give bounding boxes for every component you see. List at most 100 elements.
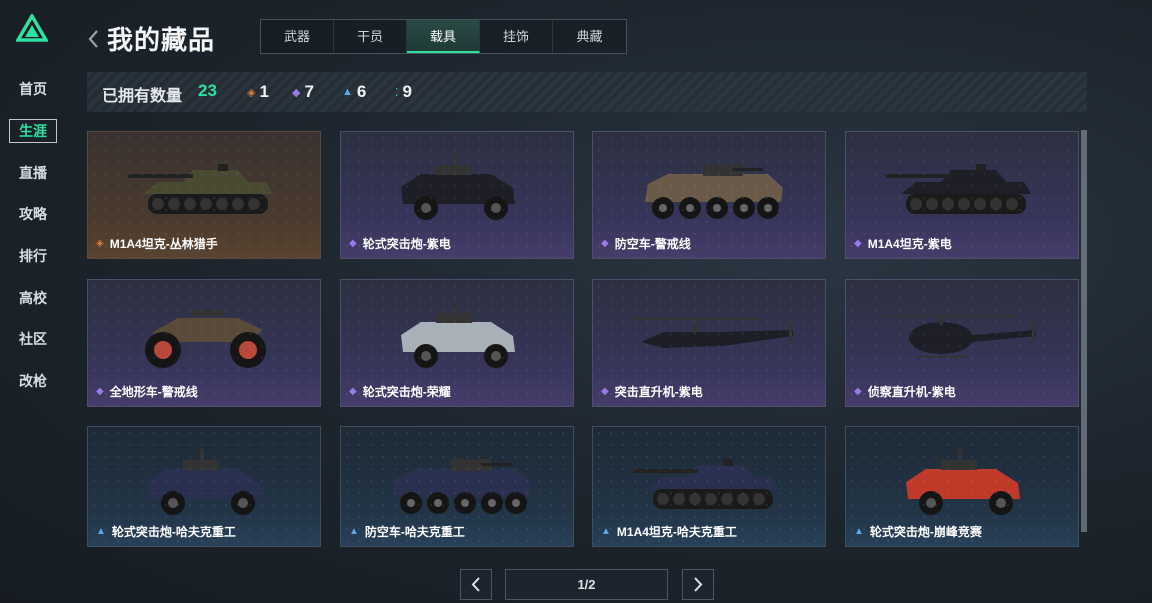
chevron-right-icon (694, 577, 703, 592)
vehicle-card-label: ▲ 防空车-哈夫克重工 (349, 523, 465, 540)
purple-rarity-icon: ◆ (349, 238, 357, 249)
sidebar-item-guides[interactable]: 攻略 (0, 199, 66, 229)
vehicle-card-label: ▲ 轮式突击炮-崩峰竞赛 (854, 523, 982, 540)
apc-illustration (393, 459, 531, 514)
app-logo-icon[interactable] (16, 14, 48, 42)
vehicle-card-label: ◆ 侦察直升机-紫电 (854, 383, 956, 400)
vehicle-card[interactable]: ◆ 侦察直升机-紫电 (845, 279, 1079, 407)
rarity-count-value: 6 (356, 82, 367, 101)
vehicle-card[interactable]: ▲ 轮式突击炮-崩峰竞赛 (845, 426, 1079, 547)
sidebar-item-community[interactable]: 社区 (0, 324, 66, 354)
armored-car-illustration (906, 449, 1020, 515)
vehicle-card[interactable]: ▲ M1A4坦克-哈夫克重工 (592, 426, 826, 547)
vehicle-name: 侦察直升机-紫电 (867, 385, 956, 399)
vehicle-card-label: ◆ M1A4坦克-紫电 (854, 235, 952, 252)
purple-rarity-icon: ◆ (854, 386, 862, 397)
orange-diamond-icon: ◈ (247, 86, 256, 99)
ownership-stats-bar: 已拥有数量 23 ◈ 1 ◆ 7 ▲ 6 ⁚ 9 (87, 72, 1087, 112)
vehicle-card-label: ◆ 全地形车-警戒线 (96, 383, 198, 400)
green-dots-icon: ⁚ (395, 86, 399, 99)
rarity-count-value: 1 (259, 82, 269, 101)
sidebar-item-college[interactable]: 高校 (0, 283, 66, 313)
vehicle-name: 轮式突击炮-哈夫克重工 (111, 525, 236, 539)
rarity-count-orange: ◈ 1 (247, 82, 269, 102)
vehicle-card-label: ▲ 轮式突击炮-哈夫克重工 (96, 523, 236, 540)
vehicle-card[interactable]: ◈ M1A4坦克-丛林猎手 (87, 131, 321, 259)
page-indicator: 1/2 (505, 569, 668, 600)
vehicle-card[interactable]: ◆ 轮式突击炮-荣耀 (340, 279, 574, 407)
armored-car-illustration (148, 449, 262, 515)
sidebar-item-label: 社区 (19, 331, 47, 347)
scrollbar-thumb[interactable] (1081, 130, 1087, 532)
vehicle-name: 轮式突击炮-崩峰竞赛 (869, 525, 982, 539)
vehicle-card-label: ◈ M1A4坦克-丛林猎手 (96, 235, 218, 252)
category-tabs: 武器 干员 载具 挂饰 典藏 (260, 19, 627, 54)
purple-diamond-icon: ◆ (292, 86, 301, 99)
sidebar-item-label: 改枪 (19, 373, 47, 389)
tank-illustration (633, 459, 778, 509)
vehicle-name: 突击直升机-紫电 (614, 385, 703, 399)
vehicle-name: 全地形车-警戒线 (109, 385, 198, 399)
sidebar: 首页 生涯 直播 攻略 排行 高校 社区 改枪 (0, 0, 66, 603)
vehicle-card[interactable]: ◆ 全地形车-警戒线 (87, 279, 321, 407)
sidebar-item-home[interactable]: 首页 (0, 74, 66, 104)
owned-count-label: 已拥有数量 (102, 88, 183, 105)
tab-operators[interactable]: 干员 (334, 20, 407, 53)
sidebar-item-label: 高校 (19, 290, 47, 306)
sidebar-item-label: 排行 (19, 248, 47, 264)
vehicle-card-label: ◆ 轮式突击炮-荣耀 (349, 383, 451, 400)
apc-illustration (645, 164, 783, 219)
sidebar-item-label: 攻略 (19, 206, 47, 222)
vehicle-name: M1A4坦克-紫电 (867, 237, 952, 251)
vehicle-name: 轮式突击炮-荣耀 (362, 385, 451, 399)
prev-page-button[interactable] (460, 569, 492, 600)
purple-rarity-icon: ◆ (349, 386, 357, 397)
vehicle-card[interactable]: ◆ M1A4坦克-紫电 (845, 131, 1079, 259)
sidebar-item-label: 首页 (19, 81, 47, 97)
tab-charms[interactable]: 挂饰 (480, 20, 553, 53)
vehicle-card[interactable]: ◆ 轮式突击炮-紫电 (340, 131, 574, 259)
vehicle-name: 轮式突击炮-紫电 (362, 237, 451, 251)
purple-rarity-icon: ◆ (601, 238, 609, 249)
vehicle-name: 防空车-警戒线 (614, 237, 691, 251)
blue-rarity-icon: ▲ (96, 526, 106, 537)
vehicle-name: M1A4坦克-哈夫克重工 (616, 525, 737, 539)
rarity-count-blue: ▲ 6 (342, 82, 366, 102)
purple-rarity-icon: ◆ (96, 386, 104, 397)
sidebar-item-label: 直播 (19, 165, 47, 181)
vehicle-card[interactable]: ◆ 突击直升机-紫电 (592, 279, 826, 407)
armored-car-illustration (401, 302, 515, 368)
atv-illustration (145, 310, 266, 368)
blue-rarity-icon: ▲ (349, 526, 359, 537)
tab-weapons[interactable]: 武器 (261, 20, 334, 53)
vehicle-card[interactable]: ◆ 防空车-警戒线 (592, 131, 826, 259)
rarity-count-green: ⁚ 9 (395, 82, 412, 102)
blue-chevron-icon: ▲ (342, 86, 353, 98)
back-chevron-icon[interactable] (86, 28, 100, 50)
purple-rarity-icon: ◆ (601, 386, 609, 397)
vehicle-name: 防空车-哈夫克重工 (364, 525, 465, 539)
rarity-count-purple: ◆ 7 (292, 82, 314, 102)
page-title: 我的藏品 (107, 25, 216, 55)
tab-collection[interactable]: 典藏 (553, 20, 626, 53)
blue-rarity-icon: ▲ (601, 526, 611, 537)
selection-frame (9, 119, 57, 143)
tank-illustration (128, 164, 273, 214)
rarity-count-value: 9 (402, 82, 412, 101)
chevron-left-icon (471, 577, 480, 592)
vehicle-card-label: ◆ 轮式突击炮-紫电 (349, 235, 451, 252)
vehicle-card[interactable]: ▲ 防空车-哈夫克重工 (340, 426, 574, 547)
scout-helicopter-illustration (881, 315, 1036, 358)
sidebar-item-live[interactable]: 直播 (0, 158, 66, 188)
vehicle-card-label: ▲ M1A4坦克-哈夫克重工 (601, 523, 737, 540)
vehicle-card[interactable]: ▲ 轮式突击炮-哈夫克重工 (87, 426, 321, 547)
next-page-button[interactable] (682, 569, 714, 600)
vehicle-card-label: ◆ 防空车-警戒线 (601, 235, 691, 252)
tab-vehicles[interactable]: 载具 (407, 20, 480, 53)
blue-rarity-icon: ▲ (854, 526, 864, 537)
vehicle-card-label: ◆ 突击直升机-紫电 (601, 383, 703, 400)
sidebar-item-ranking[interactable]: 排行 (0, 241, 66, 271)
sidebar-item-career[interactable]: 生涯 (0, 116, 66, 146)
sidebar-item-gunsmith[interactable]: 改枪 (0, 366, 66, 396)
vehicle-name: M1A4坦克-丛林猎手 (109, 237, 218, 251)
